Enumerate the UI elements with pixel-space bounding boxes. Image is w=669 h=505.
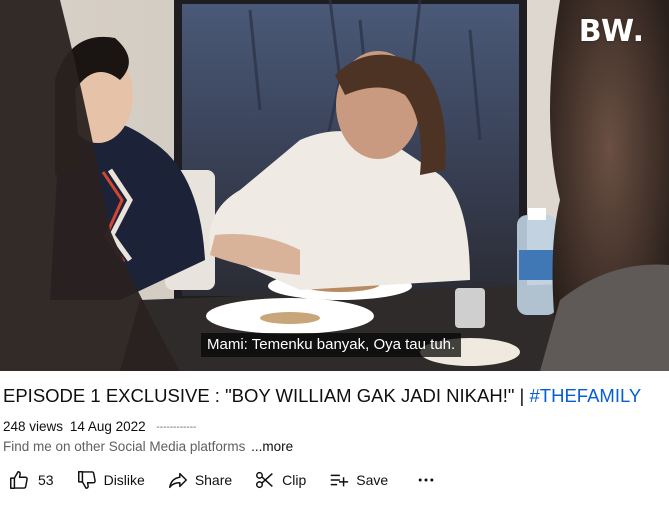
playlist-add-icon [331,474,349,487]
scissors-icon [256,471,273,489]
save-label: Save [356,472,389,488]
show-more-link[interactable]: ...more [251,439,293,454]
video-title-text: EPISODE 1 EXCLUSIVE : "BOY WILLIAM GAK J… [3,385,530,406]
channel-watermark: BW. [578,14,645,49]
video-player[interactable]: BW. Mami: Temenku banyak, Oya tau tuh. [0,0,669,371]
description-text: Find me on other Social Media platforms [3,439,246,454]
thumbs-down-icon [77,471,96,489]
clip-button[interactable]: Clip [254,469,306,491]
video-subtitle: Mami: Temenku banyak, Oya tau tuh. [201,333,462,357]
video-title: EPISODE 1 EXCLUSIVE : "BOY WILLIAM GAK J… [3,385,663,407]
more-actions-button[interactable] [416,470,436,490]
video-frame [0,0,669,371]
clip-label: Clip [282,472,307,488]
thumbs-up-icon [10,471,28,489]
share-label: Share [194,472,233,488]
like-button[interactable]: 53 [8,469,54,491]
video-description[interactable]: Find me on other Social Media platforms … [3,439,293,454]
dislike-button[interactable]: Dislike [76,469,145,491]
like-count: 53 [38,472,54,488]
action-bar: 53 Dislike Share Clip Save [8,466,436,494]
upload-date: 14 Aug 2022 [69,419,146,434]
video-meta: 248 views 14 Aug 2022 ------------ [3,419,199,434]
share-button[interactable]: Share [167,469,232,491]
dislike-label: Dislike [103,472,145,488]
view-count: 248 views [3,419,64,434]
save-button[interactable]: Save [328,469,388,491]
share-arrow-icon [168,472,187,489]
description-separator: ------------ [156,421,197,433]
more-horizontal-icon [418,478,434,482]
hashtag-link[interactable]: #THEFAMILY [530,385,642,406]
